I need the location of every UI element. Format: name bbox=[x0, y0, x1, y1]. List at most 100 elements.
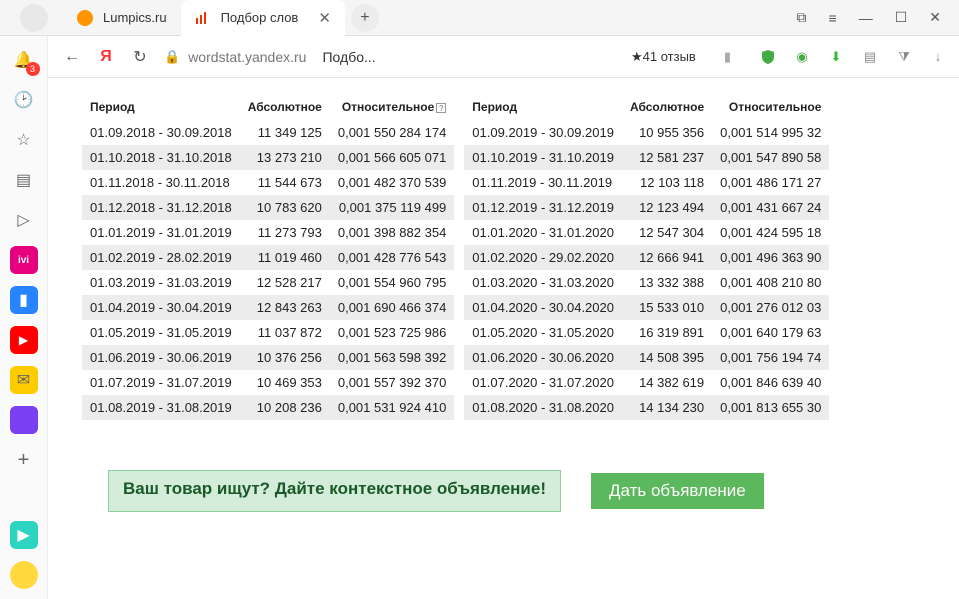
app-teal-icon[interactable]: ▶ bbox=[10, 521, 38, 549]
shield-icon[interactable] bbox=[759, 48, 777, 66]
table-cell: 0,001 813 655 30 bbox=[712, 395, 829, 420]
notifications-icon[interactable]: 🔔3 bbox=[10, 46, 38, 74]
page-content: Период Абсолютное Относительное? 01.09.2… bbox=[48, 78, 959, 599]
spiral-icon[interactable]: ◉ bbox=[793, 48, 811, 66]
give-ad-button[interactable]: Дать объявление bbox=[591, 473, 764, 509]
table-header-row: Период Абсолютное Относительное? bbox=[82, 96, 454, 120]
play-icon[interactable]: ▷ bbox=[10, 206, 38, 234]
lock-icon: 🔒 bbox=[164, 49, 180, 65]
titlebar: Lumpics.ru Подбор слов ✕ + ⧉ ≡ — ☐ ✕ bbox=[0, 0, 959, 36]
help-icon[interactable]: ? bbox=[436, 103, 446, 113]
table-cell: 0,001 424 595 18 bbox=[712, 220, 829, 245]
docs-icon[interactable]: ▮ bbox=[10, 286, 38, 314]
table-row: 01.08.2019 - 31.08.201910 208 2360,001 5… bbox=[82, 395, 454, 420]
table-cell: 10 376 256 bbox=[240, 345, 330, 370]
table-cell: 01.06.2019 - 30.06.2019 bbox=[82, 345, 240, 370]
collections-icon[interactable]: ▤ bbox=[10, 166, 38, 194]
table-cell: 01.12.2019 - 31.12.2019 bbox=[464, 195, 622, 220]
table-cell: 12 528 217 bbox=[240, 270, 330, 295]
app-purple-icon[interactable] bbox=[10, 406, 38, 434]
table-cell: 01.01.2019 - 31.01.2019 bbox=[82, 220, 240, 245]
table-cell: 14 382 619 bbox=[622, 370, 712, 395]
tab-wordstat[interactable]: Подбор слов ✕ bbox=[181, 0, 345, 36]
table-row: 01.09.2019 - 30.09.201910 955 3560,001 5… bbox=[464, 120, 829, 145]
tab-label: Lumpics.ru bbox=[103, 10, 167, 25]
close-window-icon[interactable]: ✕ bbox=[929, 9, 941, 26]
table-cell: 12 103 118 bbox=[622, 170, 712, 195]
maximize-icon[interactable]: ☐ bbox=[895, 9, 908, 26]
table-cell: 10 208 236 bbox=[240, 395, 330, 420]
reviews-badge[interactable]: ★41 отзыв bbox=[631, 49, 696, 65]
table-cell: 01.03.2020 - 31.03.2020 bbox=[464, 270, 622, 295]
col-absolute: Абсолютное bbox=[240, 96, 330, 120]
reader-icon[interactable]: ▤ bbox=[861, 48, 879, 66]
table-cell: 01.07.2019 - 31.07.2019 bbox=[82, 370, 240, 395]
table-header-row: Период Абсолютное Относительное bbox=[464, 96, 829, 120]
ivi-icon[interactable]: ivi bbox=[10, 246, 38, 274]
table-cell: 0,001 523 725 986 bbox=[330, 320, 454, 345]
table-row: 01.08.2020 - 31.08.202014 134 2300,001 8… bbox=[464, 395, 829, 420]
extensions-icon[interactable]: ⧩ bbox=[895, 48, 913, 66]
favicon-orange-icon bbox=[77, 10, 93, 26]
table-cell: 01.08.2019 - 31.08.2019 bbox=[82, 395, 240, 420]
side-panel-icon[interactable]: ⧉ bbox=[797, 9, 807, 26]
table-cell: 01.06.2020 - 30.06.2020 bbox=[464, 345, 622, 370]
table-row: 01.11.2019 - 30.11.201912 103 1180,001 4… bbox=[464, 170, 829, 195]
new-tab-button[interactable]: + bbox=[351, 4, 379, 32]
banner-title: Ваш товар ищут? Дайте контекстное объявл… bbox=[123, 479, 546, 499]
table-row: 01.01.2019 - 31.01.201911 273 7930,001 3… bbox=[82, 220, 454, 245]
table-row: 01.07.2020 - 31.07.202014 382 6190,001 8… bbox=[464, 370, 829, 395]
table-row: 01.06.2019 - 30.06.201910 376 2560,001 5… bbox=[82, 345, 454, 370]
table-cell: 16 319 891 bbox=[622, 320, 712, 345]
table-cell: 01.09.2018 - 30.09.2018 bbox=[82, 120, 240, 145]
avatar[interactable] bbox=[20, 4, 48, 32]
col-relative: Относительное bbox=[712, 96, 829, 120]
table-row: 01.10.2019 - 31.10.201912 581 2370,001 5… bbox=[464, 145, 829, 170]
table-row: 01.07.2019 - 31.07.201910 469 3530,001 5… bbox=[82, 370, 454, 395]
scroll-area[interactable]: Период Абсолютное Относительное? 01.09.2… bbox=[48, 78, 959, 599]
table-cell: 01.11.2019 - 30.11.2019 bbox=[464, 170, 622, 195]
favorites-icon[interactable]: ☆ bbox=[10, 126, 38, 154]
table-cell: 0,001 431 667 24 bbox=[712, 195, 829, 220]
table-row: 01.10.2018 - 31.10.201813 273 2100,001 5… bbox=[82, 145, 454, 170]
back-icon[interactable]: ← bbox=[62, 48, 82, 66]
minimize-icon[interactable]: — bbox=[859, 10, 873, 26]
table-cell: 0,001 482 370 539 bbox=[330, 170, 454, 195]
table-cell: 0,001 566 605 071 bbox=[330, 145, 454, 170]
table-row: 01.02.2019 - 28.02.201911 019 4600,001 4… bbox=[82, 245, 454, 270]
table-cell: 0,001 557 392 370 bbox=[330, 370, 454, 395]
tab-lumpics[interactable]: Lumpics.ru bbox=[63, 0, 181, 36]
table-cell: 14 508 395 bbox=[622, 345, 712, 370]
table-cell: 01.08.2020 - 31.08.2020 bbox=[464, 395, 622, 420]
alice-icon[interactable] bbox=[10, 561, 38, 589]
table-cell: 0,001 550 284 174 bbox=[330, 120, 454, 145]
table-cell: 12 666 941 bbox=[622, 245, 712, 270]
table-cell: 01.09.2019 - 30.09.2019 bbox=[464, 120, 622, 145]
table-row: 01.04.2019 - 30.04.201912 843 2630,001 6… bbox=[82, 295, 454, 320]
table-cell: 0,001 563 598 392 bbox=[330, 345, 454, 370]
add-shortcut-icon[interactable]: + bbox=[10, 446, 38, 474]
download-arrow-icon[interactable]: ⬇ bbox=[827, 48, 845, 66]
favicon-bars-icon bbox=[195, 10, 211, 26]
table-cell: 01.10.2018 - 31.10.2018 bbox=[82, 145, 240, 170]
col-absolute: Абсолютное bbox=[622, 96, 712, 120]
mail-icon[interactable]: ✉ bbox=[10, 366, 38, 394]
table-cell: 01.05.2020 - 31.05.2020 bbox=[464, 320, 622, 345]
table-cell: 01.07.2020 - 31.07.2020 bbox=[464, 370, 622, 395]
table-cell: 13 332 388 bbox=[622, 270, 712, 295]
youtube-icon[interactable]: ▶ bbox=[10, 326, 38, 354]
close-icon[interactable]: ✕ bbox=[318, 9, 331, 27]
downloads-icon[interactable]: ↓ bbox=[929, 48, 947, 66]
table-cell: 0,001 640 179 63 bbox=[712, 320, 829, 345]
table-cell: 0,001 276 012 03 bbox=[712, 295, 829, 320]
bookmark-icon[interactable]: ▮ bbox=[724, 49, 731, 65]
history-icon[interactable]: 🕑 bbox=[10, 86, 38, 114]
sidebar: 🔔3 🕑 ☆ ▤ ▷ ivi ▮ ▶ ✉ + ▶ bbox=[0, 36, 48, 599]
table-cell: 0,001 514 995 32 bbox=[712, 120, 829, 145]
table-cell: 14 134 230 bbox=[622, 395, 712, 420]
yandex-icon[interactable]: Я bbox=[96, 48, 116, 66]
menu-icon[interactable]: ≡ bbox=[829, 10, 837, 26]
reload-icon[interactable]: ↻ bbox=[130, 47, 150, 67]
url-bar[interactable]: 🔒 wordstat.yandex.ru Подбо... bbox=[164, 49, 376, 65]
table-cell: 0,001 531 924 410 bbox=[330, 395, 454, 420]
